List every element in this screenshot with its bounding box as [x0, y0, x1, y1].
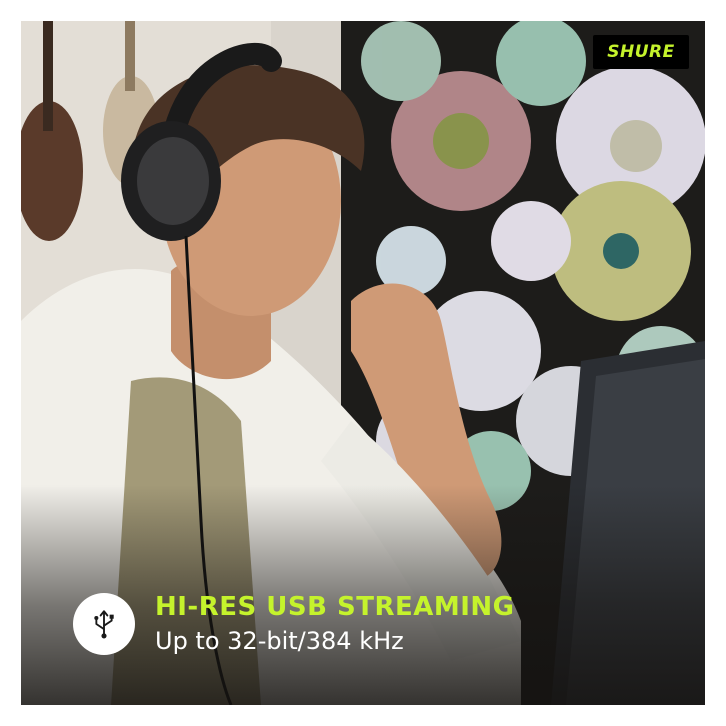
brand-logo: SHURE	[593, 35, 689, 69]
feature-subtitle: Up to 32-bit/384 kHz	[155, 627, 404, 655]
feature-text: HI-RES USB STREAMING Up to 32-bit/384 kH…	[155, 591, 515, 657]
brand-logo-text: SHURE	[607, 42, 675, 62]
feature-callout: HI-RES USB STREAMING Up to 32-bit/384 kH…	[73, 591, 515, 657]
product-image: SHURE HI-RES USB STREAMING Up to 32-bit/…	[21, 21, 705, 705]
feature-title: HI-RES USB STREAMING	[155, 592, 515, 622]
usb-icon	[73, 593, 135, 655]
